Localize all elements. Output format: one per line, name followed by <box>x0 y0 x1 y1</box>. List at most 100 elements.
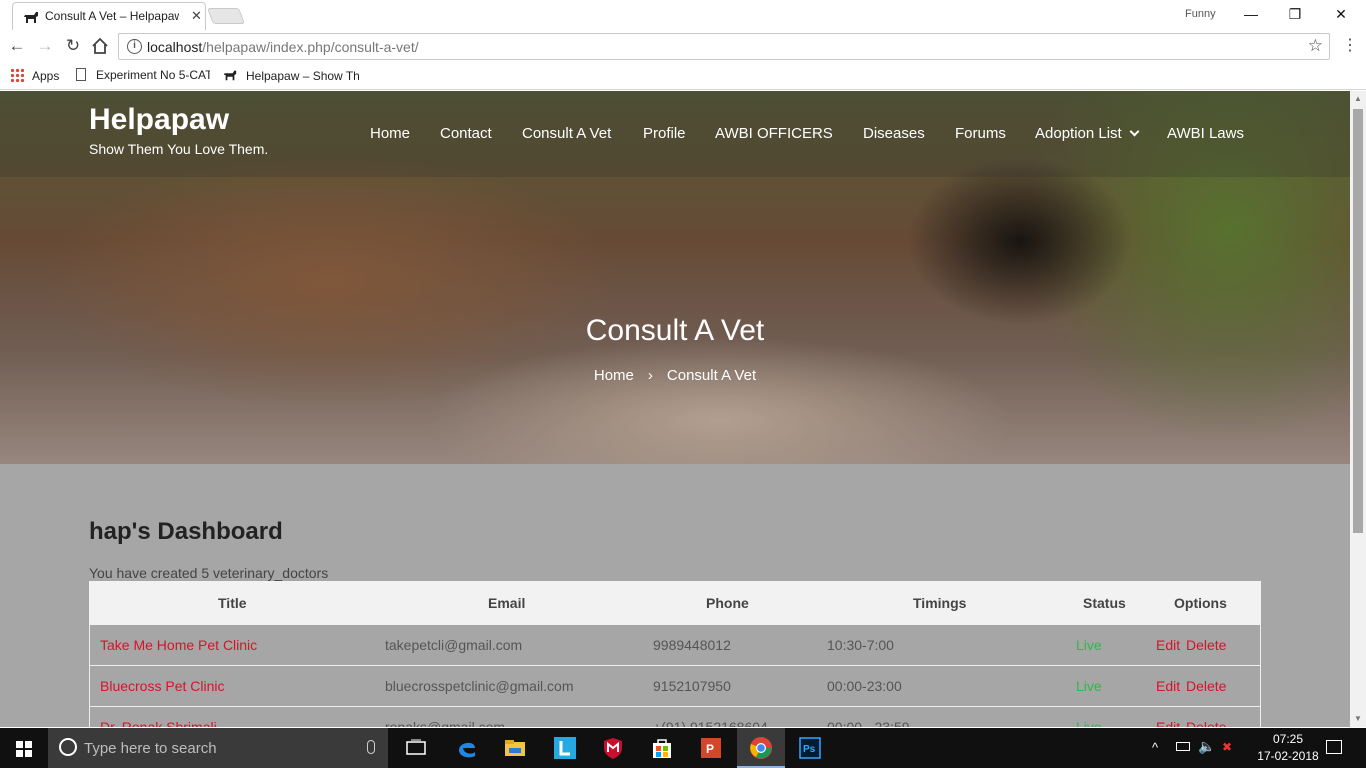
page-scrollbar[interactable]: ▲ ▼ <box>1350 91 1366 727</box>
status-badge: Live <box>1076 637 1102 653</box>
windows-start-icon[interactable] <box>16 741 32 757</box>
bookmark-label: Helpapaw – Show Th <box>246 69 360 83</box>
dog-favicon-icon <box>24 12 38 23</box>
table-row: Bluecross Pet Clinic bluecrosspetclinic@… <box>89 666 1261 707</box>
search-placeholder: Type here to search <box>84 740 217 757</box>
address-bar[interactable]: i localhost/helpapaw/index.php/consult-a… <box>118 33 1330 60</box>
doctor-timings: 00:00-23:00 <box>827 678 902 694</box>
scroll-down-arrow-icon[interactable]: ▼ <box>1350 711 1366 727</box>
document-icon <box>76 68 86 81</box>
bookmark-helpapaw[interactable]: Helpapaw – Show Th <box>222 68 360 83</box>
taskbar-search-box[interactable]: Type here to search <box>48 728 388 768</box>
back-arrow-icon[interactable]: ← <box>6 35 28 57</box>
status-badge: Live <box>1076 719 1102 727</box>
doctor-email: ronaks@gmail.com <box>385 719 506 727</box>
delete-link[interactable]: Delete <box>1186 637 1226 653</box>
dog-favicon-icon <box>223 70 237 81</box>
address-url[interactable]: localhost/helpapaw/index.php/consult-a-v… <box>147 39 419 55</box>
microphone-icon[interactable] <box>367 740 375 754</box>
table-row: Take Me Home Pet Clinic takepetcli@gmail… <box>89 625 1261 666</box>
browser-tab-bar: Consult A Vet – Helpapaw ✕ Funny — ❐ ✕ <box>0 0 1366 30</box>
doctor-email: bluecrosspetclinic@gmail.com <box>385 678 574 694</box>
info-icon[interactable]: i <box>127 39 142 54</box>
network-disconnected-icon[interactable]: ✖ <box>1222 740 1232 754</box>
tab-title: Consult A Vet – Helpapaw <box>45 9 179 23</box>
chevron-down-icon[interactable] <box>1129 126 1140 137</box>
doctor-title-link[interactable]: Bluecross Pet Clinic <box>100 678 225 694</box>
doctor-title-link[interactable]: Dr. Ronak Shrimali <box>100 719 217 727</box>
doctor-timings: 00:00 - 23:59 <box>827 719 910 727</box>
scrollbar-thumb[interactable] <box>1353 109 1363 533</box>
edit-link[interactable]: Edit <box>1156 637 1180 653</box>
site-tagline: Show Them You Love Them. <box>89 141 269 157</box>
column-title: Title <box>218 595 247 611</box>
delete-link[interactable]: Delete <box>1186 678 1226 694</box>
nav-profile[interactable]: Profile <box>643 125 686 142</box>
reload-icon[interactable]: ↻ <box>62 35 84 57</box>
profile-name[interactable]: Funny <box>1185 8 1216 20</box>
dashboard-count: You have created 5 veterinary_doctors <box>89 565 329 581</box>
volume-icon[interactable]: 🔈 <box>1198 738 1215 755</box>
doctor-title-link[interactable]: Take Me Home Pet Clinic <box>100 637 257 653</box>
task-view-icon[interactable] <box>404 736 428 760</box>
table-row: Dr. Ronak Shrimali ronaks@gmail.com +(91… <box>89 707 1261 727</box>
svg-text:Ps: Ps <box>803 744 816 755</box>
browser-tab[interactable]: Consult A Vet – Helpapaw ✕ <box>12 2 206 30</box>
nav-home[interactable]: Home <box>370 125 410 142</box>
bookmark-experiment[interactable]: Experiment No 5-CAT <box>76 68 210 82</box>
clock-date[interactable]: 17-02-2018 <box>1250 749 1326 763</box>
mcafee-shield-icon[interactable] <box>601 736 625 760</box>
clock-time[interactable]: 07:25 <box>1262 732 1314 746</box>
file-explorer-icon[interactable] <box>503 736 527 760</box>
browser-menu-icon[interactable]: ⋮ <box>1342 36 1358 56</box>
close-window-button[interactable]: ✕ <box>1326 4 1356 24</box>
nav-awbi-laws[interactable]: AWBI Laws <box>1167 125 1244 142</box>
tab-close-icon[interactable]: ✕ <box>191 8 202 24</box>
cortana-icon <box>59 738 77 756</box>
home-icon[interactable] <box>91 37 109 55</box>
doctors-table: Title Email Phone Timings Status Options… <box>89 581 1261 727</box>
chevron-up-icon[interactable]: ^ <box>1152 740 1158 755</box>
store-bag-icon[interactable] <box>650 736 674 760</box>
nav-awbi-officers[interactable]: AWBI OFFICERS <box>715 125 833 142</box>
launcher-l-icon[interactable] <box>553 736 577 760</box>
windows-taskbar: Type here to search P Ps ^ 🔈 ✖ 07:25 17-… <box>0 728 1366 768</box>
photoshop-icon[interactable]: Ps <box>798 736 822 760</box>
dashboard-title: hap's Dashboard <box>89 518 283 545</box>
site-title[interactable]: Helpapaw <box>89 103 229 137</box>
edit-link[interactable]: Edit <box>1156 678 1180 694</box>
doctor-phone: +(91) 9152168604 <box>653 719 768 727</box>
bookmark-star-icon[interactable]: ☆ <box>1308 36 1323 56</box>
doctor-email: takepetcli@gmail.com <box>385 637 523 653</box>
nav-contact[interactable]: Contact <box>440 125 492 142</box>
nav-consult-a-vet[interactable]: Consult A Vet <box>522 125 611 142</box>
nav-diseases[interactable]: Diseases <box>863 125 925 142</box>
url-path: /helpapaw/index.php/consult-a-vet/ <box>202 39 419 55</box>
forward-arrow-icon[interactable]: → <box>34 35 56 57</box>
maximize-button[interactable]: ❐ <box>1280 4 1310 24</box>
edge-browser-icon[interactable] <box>455 736 479 760</box>
bookmark-apps[interactable]: Apps <box>10 68 59 83</box>
chevron-right-icon: › <box>647 367 653 384</box>
nav-adoption-list[interactable]: Adoption List <box>1035 125 1122 142</box>
bookmarks-bar: Apps Experiment No 5-CAT Helpapaw – Show… <box>0 63 1366 90</box>
notification-center-icon[interactable] <box>1326 740 1342 754</box>
page-title: Consult A Vet <box>585 314 765 347</box>
chrome-browser-icon[interactable] <box>749 736 773 760</box>
breadcrumb: Home › Consult A Vet <box>0 367 1350 384</box>
powerpoint-icon[interactable]: P <box>699 736 723 760</box>
nav-forums[interactable]: Forums <box>955 125 1006 142</box>
breadcrumb-current: Consult A Vet <box>666 367 757 384</box>
doctor-phone: 9152107950 <box>653 678 731 694</box>
battery-icon[interactable] <box>1176 742 1190 751</box>
hero-banner: Helpapaw Show Them You Love Them. Home C… <box>0 91 1350 464</box>
breadcrumb-home[interactable]: Home <box>594 367 634 384</box>
doctor-phone: 9989448012 <box>653 637 731 653</box>
bookmark-label: Apps <box>32 69 60 83</box>
new-tab-button[interactable] <box>207 8 245 24</box>
edit-link[interactable]: Edit <box>1156 719 1180 727</box>
delete-link[interactable]: Delete <box>1186 719 1226 727</box>
minimize-button[interactable]: — <box>1236 4 1266 24</box>
scroll-up-arrow-icon[interactable]: ▲ <box>1350 91 1366 107</box>
page-viewport: Helpapaw Show Them You Love Them. Home C… <box>0 91 1350 727</box>
